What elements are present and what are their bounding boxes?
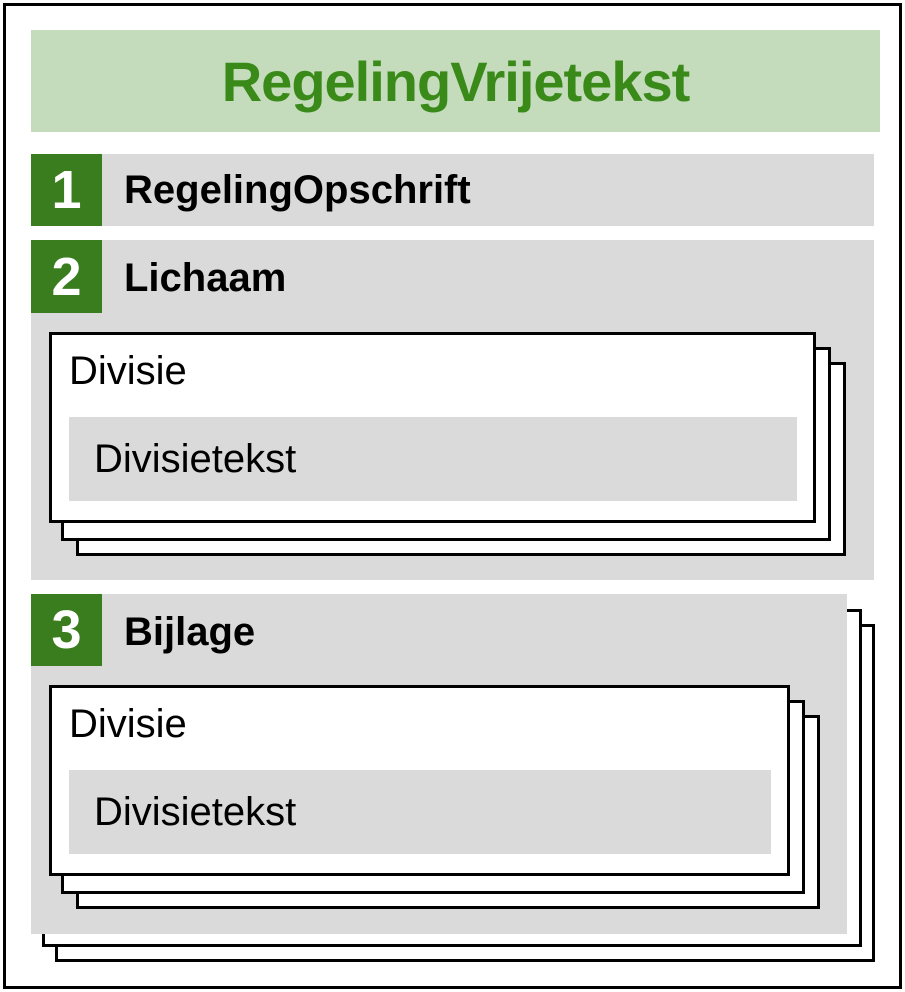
divisietekst-label: Divisietekst [94,437,297,481]
section-number-badge: 2 [31,240,102,313]
divisietekst-label: Divisietekst [94,790,297,834]
section-label: RegelingOpschrift [124,168,471,212]
section-label: Lichaam [124,256,287,300]
section-number-badge: 3 [31,594,102,666]
section-number-badge: 1 [31,154,102,226]
divisie-label: Divisie [69,349,187,393]
divisie-card: Divisie Divisietekst [49,332,816,523]
divisietekst-box: Divisietekst [69,417,797,501]
divisie-label: Divisie [69,702,187,746]
divisietekst-box: Divisietekst [69,770,771,854]
divisie-card: Divisie Divisietekst [49,685,790,876]
section-regelingopschrift: 1 RegelingOpschrift [31,154,874,226]
diagram-title: RegelingVrijetekst [221,49,691,113]
diagram-title-banner: RegelingVrijetekst [31,30,880,132]
section-label: Bijlage [124,610,256,654]
